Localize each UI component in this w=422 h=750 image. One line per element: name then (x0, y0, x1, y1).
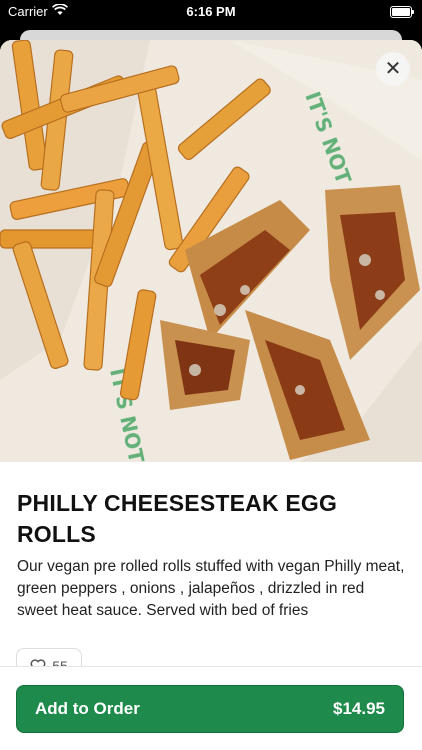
egg-roll-fries-photo: IT'S NOT MEAT IT'S NOT MEAT (0, 40, 422, 462)
item-detail-sheet: IT'S NOT MEAT IT'S NOT MEAT ✕ PHILLY CHE… (0, 40, 422, 750)
item-photo: IT'S NOT MEAT IT'S NOT MEAT (0, 40, 422, 462)
add-to-order-label: Add to Order (35, 699, 140, 718)
status-bar: Carrier 6:16 PM (0, 0, 422, 24)
close-icon: ✕ (384, 58, 402, 80)
battery-icon (390, 6, 414, 18)
item-title: PHILLY CHEESESTEAK EGG ROLLS (17, 490, 338, 547)
bottom-action-bar: Add to Order $14.95 (0, 666, 422, 750)
item-price: $14.95 (333, 699, 385, 718)
add-to-order-button[interactable]: Add to Order $14.95 (16, 685, 404, 733)
close-button[interactable]: ✕ (376, 52, 410, 86)
item-description: Our vegan pre rolled rolls stuffed with … (17, 558, 405, 619)
clock: 6:16 PM (186, 4, 236, 19)
